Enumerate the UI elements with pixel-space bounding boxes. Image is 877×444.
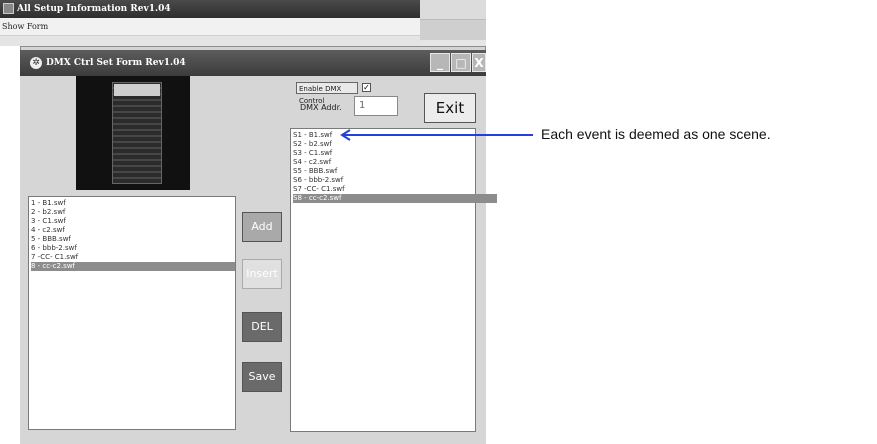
- exit-button[interactable]: Exit: [424, 93, 476, 123]
- background-window-edge-2: [420, 20, 486, 40]
- preview-screen-graphic: [112, 82, 162, 184]
- scene-list-item[interactable]: S6 - bbb-2.swf: [293, 176, 497, 185]
- del-button[interactable]: DEL: [242, 312, 282, 342]
- menu-bar: Show Form: [0, 18, 420, 36]
- outer-window-title: All Setup Information Rev1.04: [0, 0, 420, 18]
- menu-show-form[interactable]: Show Form: [2, 22, 48, 31]
- save-button[interactable]: Save: [242, 362, 282, 392]
- annotation-text: Each event is deemed as one scene.: [541, 126, 771, 142]
- scene-list-item[interactable]: S5 - BBB.swf: [293, 167, 497, 176]
- dmx-addr-input[interactable]: 1: [354, 96, 398, 116]
- file-list-item[interactable]: 8 - cc-c2.swf: [31, 262, 235, 271]
- dmx-addr-label: DMX Addr.: [300, 103, 342, 112]
- scene-list-item[interactable]: S8 - cc-c2.swf: [293, 194, 497, 203]
- scene-list-item[interactable]: S4 - c2.swf: [293, 158, 497, 167]
- insert-button[interactable]: Insert: [242, 259, 282, 289]
- scene-list-item[interactable]: S7 -CC- C1.swf: [293, 185, 497, 194]
- file-list-item[interactable]: 7 -CC- C1.swf: [31, 253, 235, 262]
- file-list-item[interactable]: 5 - BBB.swf: [31, 235, 235, 244]
- file-list-item[interactable]: 1 - B1.swf: [31, 199, 235, 208]
- scene-list[interactable]: S1 - B1.swf S2 - b2.swf S3 - C1.swf S4 - c2…: [290, 128, 497, 432]
- file-list-item[interactable]: 2 - b2.swf: [31, 208, 235, 217]
- file-list-item[interactable]: 4 - c2.swf: [31, 226, 235, 235]
- dmx-window-title: DMX Ctrl Set Form Rev1.04: [20, 50, 486, 76]
- add-button[interactable]: Add: [242, 212, 282, 242]
- scene-list-item[interactable]: S2 - b2.swf: [293, 140, 497, 149]
- minimize-button[interactable]: _: [430, 53, 450, 72]
- outer-window-strip: [0, 36, 420, 46]
- file-list-item[interactable]: 3 - C1.swf: [31, 217, 235, 226]
- enable-dmx-checkbox[interactable]: ✓: [362, 83, 371, 92]
- enable-dmx-label: Enable DMX Control: [296, 82, 358, 105]
- maximize-button[interactable]: □: [451, 53, 471, 72]
- preview-screen-top: [114, 84, 160, 96]
- scene-list-item[interactable]: S3 - C1.swf: [293, 149, 497, 158]
- close-button[interactable]: X: [472, 53, 486, 72]
- annotation-arrow-line: [343, 134, 533, 136]
- arrow-left-icon: [340, 129, 351, 141]
- file-list-item[interactable]: 6 - bbb-2.swf: [31, 244, 235, 253]
- background-window-edge: [420, 0, 486, 20]
- gear-icon: ✲: [30, 57, 42, 69]
- file-list[interactable]: 1 - B1.swf 2 - b2.swf 3 - C1.swf 4 - c2.swf…: [28, 196, 236, 430]
- app-icon: [3, 3, 14, 14]
